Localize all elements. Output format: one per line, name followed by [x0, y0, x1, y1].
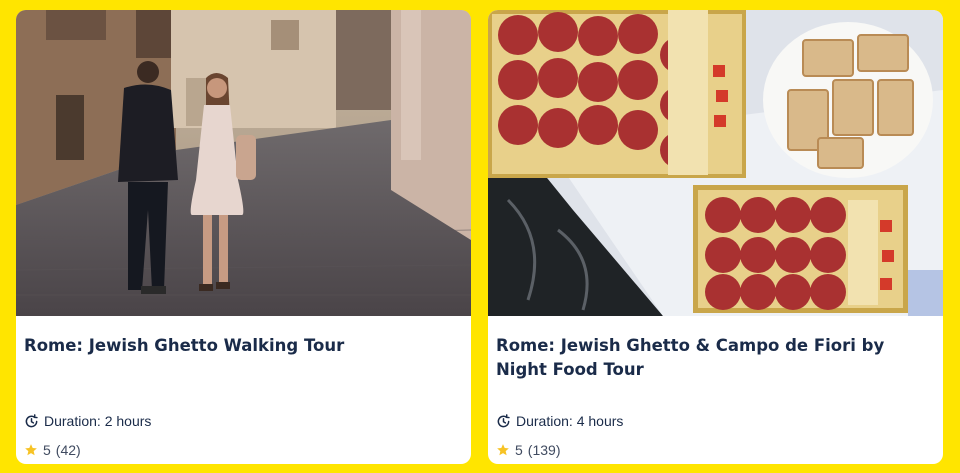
duration-text: Duration: 2 hours — [44, 413, 152, 429]
duration-text: Duration: 4 hours — [516, 413, 624, 429]
review-count: (42) — [55, 442, 81, 458]
star-icon — [496, 443, 510, 457]
activity-photo[interactable] — [488, 10, 943, 316]
clock-refresh-icon — [24, 413, 39, 429]
rating-info: 5 (139) — [496, 442, 560, 458]
clock-refresh-icon — [496, 413, 511, 429]
activity-title[interactable]: Rome: Jewish Ghetto Walking Tour — [24, 334, 460, 358]
rating-value: 5 — [43, 442, 51, 458]
activity-title[interactable]: Rome: Jewish Ghetto & Campo de Fiori by … — [496, 334, 932, 382]
duration-info: Duration: 2 hours — [24, 413, 151, 429]
review-count: (139) — [527, 442, 561, 458]
rating-value: 5 — [515, 442, 523, 458]
star-icon — [24, 443, 38, 457]
activity-photo[interactable] — [16, 10, 471, 316]
duration-info: Duration: 4 hours — [496, 413, 623, 429]
activity-card[interactable]: Rome: Jewish Ghetto Walking Tour Duratio… — [16, 10, 471, 464]
rating-info: 5 (42) — [24, 442, 81, 458]
activity-card[interactable]: Rome: Jewish Ghetto & Campo de Fiori by … — [488, 10, 943, 464]
